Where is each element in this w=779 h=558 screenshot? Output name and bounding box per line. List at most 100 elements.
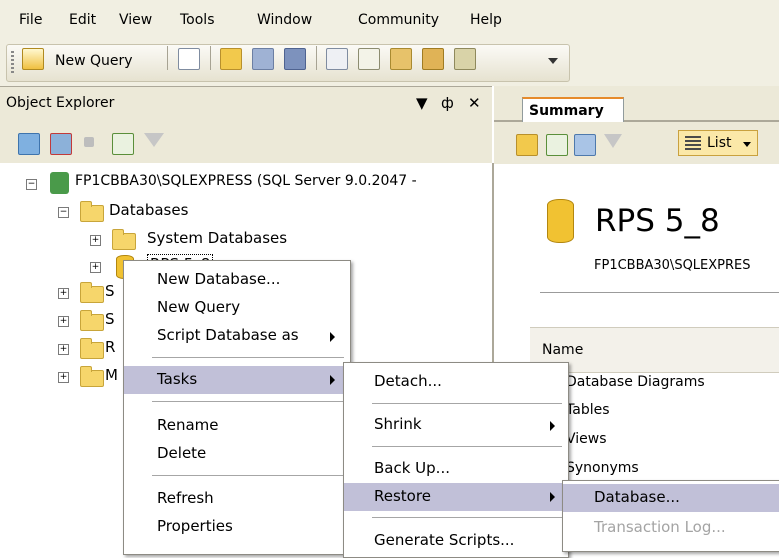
tree-node-system-databases[interactable]: System Databases [147,229,287,247]
standard-toolbar: New Query [0,40,779,86]
menu-separator [152,401,344,402]
properties-icon[interactable] [358,48,380,70]
refresh-icon[interactable] [112,133,134,155]
object-explorer-icon[interactable] [454,48,476,70]
database-icon [547,199,574,243]
menu-item-script-database-as[interactable]: Script Database as [124,326,350,350]
menu-item-restore[interactable]: Restore [344,483,568,511]
tree-node-server-objects[interactable]: S [105,310,115,328]
disconnect-icon[interactable] [50,133,72,155]
summary-db-path: FP1CBBA30\SQLEXPRES [594,258,751,273]
collapse-toggle-icon[interactable]: − [58,207,69,218]
new-query-icon[interactable] [22,48,44,70]
expand-toggle-icon[interactable]: + [58,316,69,327]
submenu-arrow-icon [550,421,555,431]
tree-node-replication[interactable]: R [105,338,115,356]
list-item[interactable]: Synonyms [566,460,639,476]
list-item[interactable]: Tables [566,402,610,418]
filter-icon[interactable] [144,133,164,147]
toolbar-grip[interactable] [11,51,14,75]
menu-item-tasks[interactable]: Tasks [124,366,350,394]
up-folder-icon[interactable] [516,134,538,156]
new-file-icon[interactable] [178,48,200,70]
registered-servers-icon[interactable] [422,48,444,70]
list-view-button[interactable]: List [678,130,758,156]
menu-item-transaction-log: Transaction Log... [594,518,726,536]
expand-toggle-icon[interactable]: + [58,288,69,299]
stop-icon[interactable] [84,137,94,147]
server-icon [50,172,69,194]
template-icon[interactable] [390,48,412,70]
expand-toggle-icon[interactable]: + [90,235,101,246]
folder-icon [80,282,104,303]
menu-separator [152,475,344,476]
summary-db-name: RPS 5_8 [595,203,720,239]
menu-item-refresh[interactable]: Refresh [124,489,350,513]
menu-item-back-up[interactable]: Back Up... [344,459,568,483]
refresh-icon[interactable] [546,134,568,156]
menu-item-new-database[interactable]: New Database... [124,270,350,294]
menu-separator [372,446,562,447]
menu-window[interactable]: Window [257,12,312,28]
menu-view[interactable]: View [119,12,152,28]
folder-icon [80,310,104,331]
menu-item-shrink[interactable]: Shrink [344,415,568,439]
window-position-icon[interactable]: ▼ [416,94,428,112]
menu-item-restore-database[interactable]: Database... [563,484,779,512]
toolbar-separator [167,46,168,70]
open-folder-icon[interactable] [220,48,242,70]
toolbar-separator [210,46,211,70]
menu-item-rename[interactable]: Rename [124,416,350,440]
submenu-arrow-icon [330,332,335,342]
folder-icon [112,229,136,250]
folder-icon [80,201,104,222]
menu-item-detach[interactable]: Detach... [344,372,568,396]
menu-community[interactable]: Community [358,12,439,28]
tree-node-databases[interactable]: Databases [109,201,188,219]
toolbar-overflow-icon[interactable] [548,58,558,64]
menu-separator [372,517,562,518]
close-icon[interactable]: ✕ [468,94,481,112]
menu-edit[interactable]: Edit [69,12,96,28]
expand-toggle-icon[interactable]: + [90,262,101,273]
tasks-submenu: Detach... Shrink Back Up... Restore Gene… [343,362,569,558]
menu-item-delete[interactable]: Delete [124,444,350,468]
object-explorer-header: Object Explorer ▼ ф ✕ [0,86,492,122]
menu-item-properties[interactable]: Properties [124,517,350,541]
restore-submenu: Database... Transaction Log... [562,480,779,552]
folder-icon [80,338,104,359]
menu-item-new-query[interactable]: New Query [124,298,350,322]
menu-help[interactable]: Help [470,12,502,28]
tab-summary[interactable]: Summary [522,97,624,122]
object-explorer-title: Object Explorer [6,95,115,111]
database-context-menu: New Database... New Query Script Databas… [123,260,351,555]
menu-tools[interactable]: Tools [180,12,215,28]
expand-toggle-icon[interactable]: + [58,372,69,383]
list-item[interactable]: Database Diagrams [566,374,705,390]
divider [540,292,779,293]
list-view-icon [685,136,701,150]
tree-node-security[interactable]: S [105,282,115,300]
expand-toggle-icon[interactable]: + [58,344,69,355]
menu-file[interactable]: File [19,12,42,28]
tree-node-management[interactable]: M [105,366,118,384]
chevron-down-icon [743,142,751,147]
save-icon[interactable] [252,48,274,70]
tree-node-server[interactable]: FP1CBBA30\SQLEXPRESS (SQL Server 9.0.204… [75,173,417,189]
menu-item-generate-scripts[interactable]: Generate Scripts... [344,531,568,555]
column-header-label: Name [542,342,584,358]
collapse-toggle-icon[interactable]: − [26,179,37,190]
list-item[interactable]: Views [566,431,607,447]
submenu-arrow-icon [330,375,335,385]
pin-icon[interactable]: ф [441,94,454,112]
object-explorer-toolbar [0,121,492,163]
filter-icon[interactable] [604,134,622,148]
menu-separator [152,357,344,358]
menu-bar: File Edit View Tools Window Community He… [0,0,779,40]
save-all-icon[interactable] [284,48,306,70]
copy-icon[interactable] [326,48,348,70]
connect-icon[interactable] [18,133,40,155]
menu-separator [372,403,562,404]
sync-icon[interactable] [574,134,596,156]
new-query-button[interactable]: New Query [55,53,133,69]
